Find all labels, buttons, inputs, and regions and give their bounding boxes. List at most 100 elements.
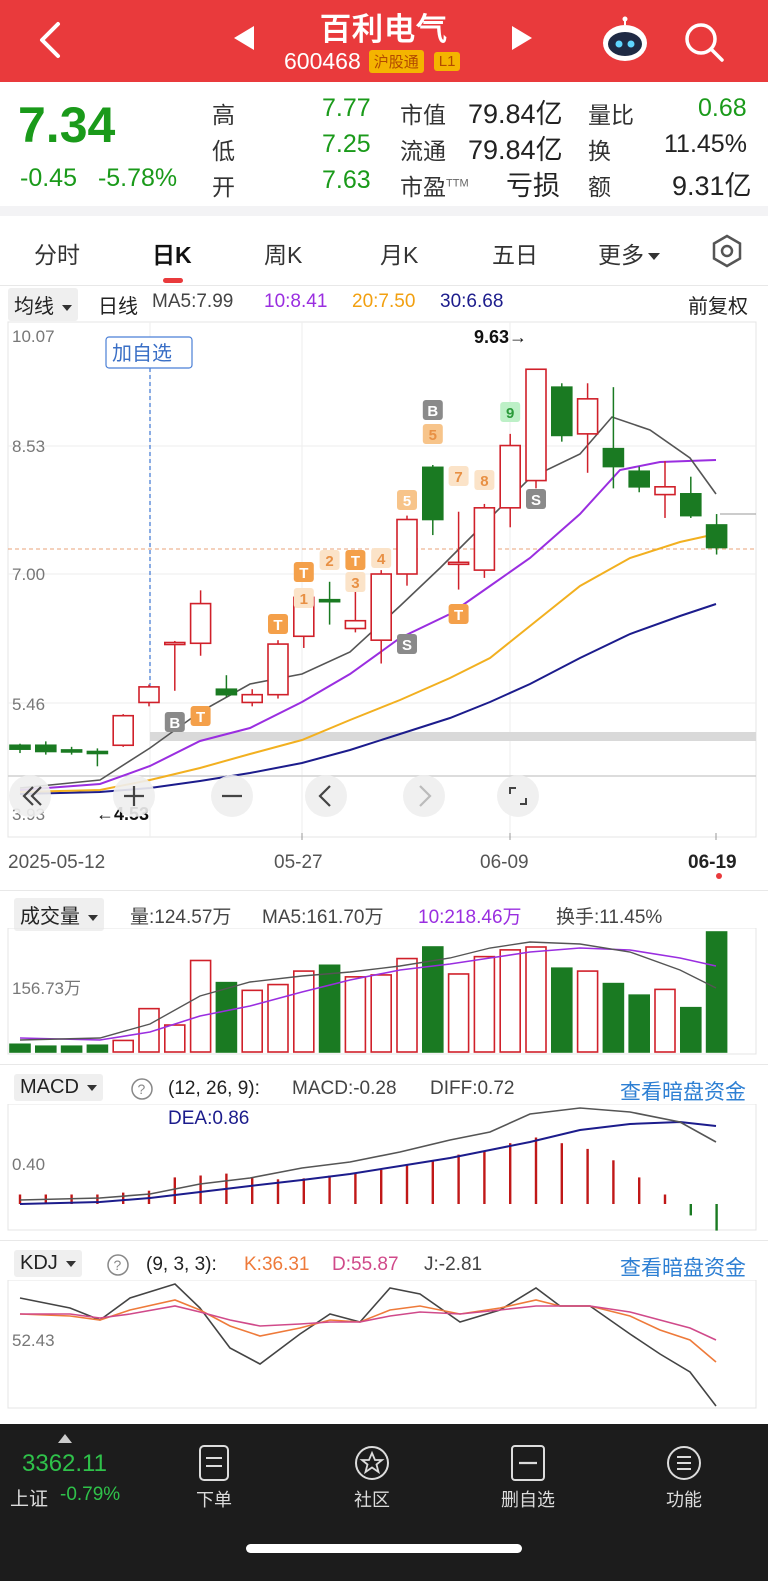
order-button[interactable]: 下单 xyxy=(164,1444,264,1512)
diff-line xyxy=(19,1107,717,1201)
badge-label: 5 xyxy=(403,493,411,510)
ma20-value: 20:7.50 xyxy=(352,291,416,312)
k-value: K:36.31 xyxy=(244,1254,310,1275)
float-cap-value: 79.84亿 xyxy=(468,135,563,165)
menu-icon xyxy=(667,1446,701,1480)
tab-weekly-k[interactable]: 周K xyxy=(264,236,302,270)
line-type: 日线 xyxy=(98,296,138,318)
kdj-dropdown[interactable]: KDJ xyxy=(14,1250,82,1277)
macd-value: MACD:-0.28 xyxy=(292,1078,397,1099)
volume-bar xyxy=(9,1043,31,1053)
community-button[interactable]: 社区 xyxy=(322,1444,422,1512)
quote-panel: 7.34 -0.45 -5.78% 高 7.77 市值 79.84亿 量比 0.… xyxy=(0,82,768,212)
candle-body xyxy=(9,744,31,750)
help-icon[interactable]: ? xyxy=(130,1077,154,1101)
change-percent: -5.78% xyxy=(97,164,178,192)
candle-body xyxy=(318,598,341,603)
chevron-down-icon xyxy=(86,1084,97,1091)
scroll-right-icon[interactable] xyxy=(403,775,445,817)
indicator-dropdown[interactable]: 均线 xyxy=(8,288,78,321)
tab-monthly-k[interactable]: 月K xyxy=(380,236,418,270)
last-price: 7.34 xyxy=(18,97,116,153)
candle-body xyxy=(550,386,573,437)
open-label: 开 xyxy=(212,174,235,200)
volume-dropdown[interactable]: 成交量 xyxy=(14,898,104,931)
home-indicator xyxy=(246,1544,522,1553)
functions-button[interactable]: 功能 xyxy=(634,1444,734,1512)
y-label-3: 7.00 xyxy=(12,565,45,584)
tab-more[interactable]: 更多 xyxy=(598,236,660,270)
candles xyxy=(9,368,728,767)
candle-body xyxy=(499,444,522,509)
candle-body xyxy=(602,447,625,468)
low-value: 7.25 xyxy=(322,130,371,158)
candle-body xyxy=(370,573,393,641)
market-cap-value: 79.84亿 xyxy=(468,99,563,129)
candle-body xyxy=(34,744,57,753)
volume-bar xyxy=(705,931,728,1053)
candle-body xyxy=(267,643,289,696)
badge-label: 1 xyxy=(300,591,308,608)
volume-bar xyxy=(215,981,238,1053)
chevron-down-icon xyxy=(62,304,72,311)
stock-code-row: 600468 沪股通 L1 xyxy=(284,48,461,75)
ma10-value: 10:8.41 xyxy=(264,291,328,312)
volume-bar xyxy=(318,964,341,1053)
y-label-4: 5.46 xyxy=(12,695,45,714)
ma20-line xyxy=(19,533,717,793)
market-cap-label: 市值 xyxy=(400,102,446,128)
view-dark-pool-link[interactable]: 查看暗盘资金 xyxy=(620,1076,746,1106)
badge-label: T xyxy=(454,607,463,624)
divider xyxy=(0,890,768,891)
chevron-down-icon xyxy=(648,253,660,261)
view-dark-pool-link-kdj[interactable]: 查看暗盘资金 xyxy=(620,1252,746,1282)
settings-hexagon-icon[interactable] xyxy=(710,234,744,268)
tab-intraday[interactable]: 分时 xyxy=(34,236,80,270)
candle-body xyxy=(138,686,160,704)
badge-label: 5 xyxy=(429,427,437,444)
index-widget[interactable]: 3362.11 上证 -0.79% xyxy=(8,1432,158,1522)
candle-body xyxy=(241,693,263,704)
y-label-2: 8.53 xyxy=(12,437,45,456)
candle-body xyxy=(473,507,496,571)
badge-label: 9 xyxy=(506,405,514,422)
jump-start-icon[interactable] xyxy=(9,775,51,817)
level-tag: L1 xyxy=(433,52,461,71)
candle-body xyxy=(447,561,470,566)
candle-body xyxy=(421,466,444,521)
next-stock-icon[interactable] xyxy=(512,26,532,50)
svg-text:?: ? xyxy=(138,1081,146,1097)
volume-ratio-value: 0.68 xyxy=(698,94,747,122)
search-icon[interactable] xyxy=(682,20,726,64)
j-value: J:-2.81 xyxy=(424,1254,483,1275)
remove-watchlist-button[interactable]: 删自选 xyxy=(478,1444,578,1512)
tab-daily-k[interactable]: 日K xyxy=(152,236,192,270)
macd-dropdown[interactable]: MACD xyxy=(14,1074,103,1101)
badge-label: 4 xyxy=(377,551,386,568)
fullscreen-icon[interactable] xyxy=(497,775,539,817)
section-separator xyxy=(0,206,768,216)
functions-label: 功能 xyxy=(666,1490,702,1510)
volume-bar xyxy=(112,1039,134,1053)
volume-bar xyxy=(628,994,651,1053)
volume-bar xyxy=(679,1006,702,1053)
candle-body xyxy=(576,398,599,435)
robot-assistant-icon[interactable] xyxy=(600,16,650,64)
help-icon[interactable]: ? xyxy=(106,1253,130,1277)
diff-value: DIFF:0.72 xyxy=(430,1078,515,1099)
tab-five-day[interactable]: 五日 xyxy=(492,236,538,270)
bottom-bar: 3362.11 上证 -0.79% 下单 社区 删自选 功能 xyxy=(0,1424,768,1581)
open-value: 7.63 xyxy=(322,166,371,194)
ma30-line xyxy=(19,603,717,795)
amount-label: 额 xyxy=(588,174,611,200)
divider xyxy=(0,285,768,286)
volume-bar xyxy=(189,959,212,1053)
date-start: 2025-05-12 xyxy=(8,852,105,873)
scroll-left-icon[interactable] xyxy=(305,775,347,817)
index-name: 上证 xyxy=(10,1489,49,1510)
adjustment-mode[interactable]: 前复权 xyxy=(688,290,748,319)
change-value: -0.45 xyxy=(20,164,77,192)
candle-body xyxy=(112,714,134,747)
kline-chart[interactable]: 10.07 8.53 7.00 5.46 3.93 加自选 BTT1T2T34S… xyxy=(0,318,768,888)
volume-bar xyxy=(370,974,393,1053)
